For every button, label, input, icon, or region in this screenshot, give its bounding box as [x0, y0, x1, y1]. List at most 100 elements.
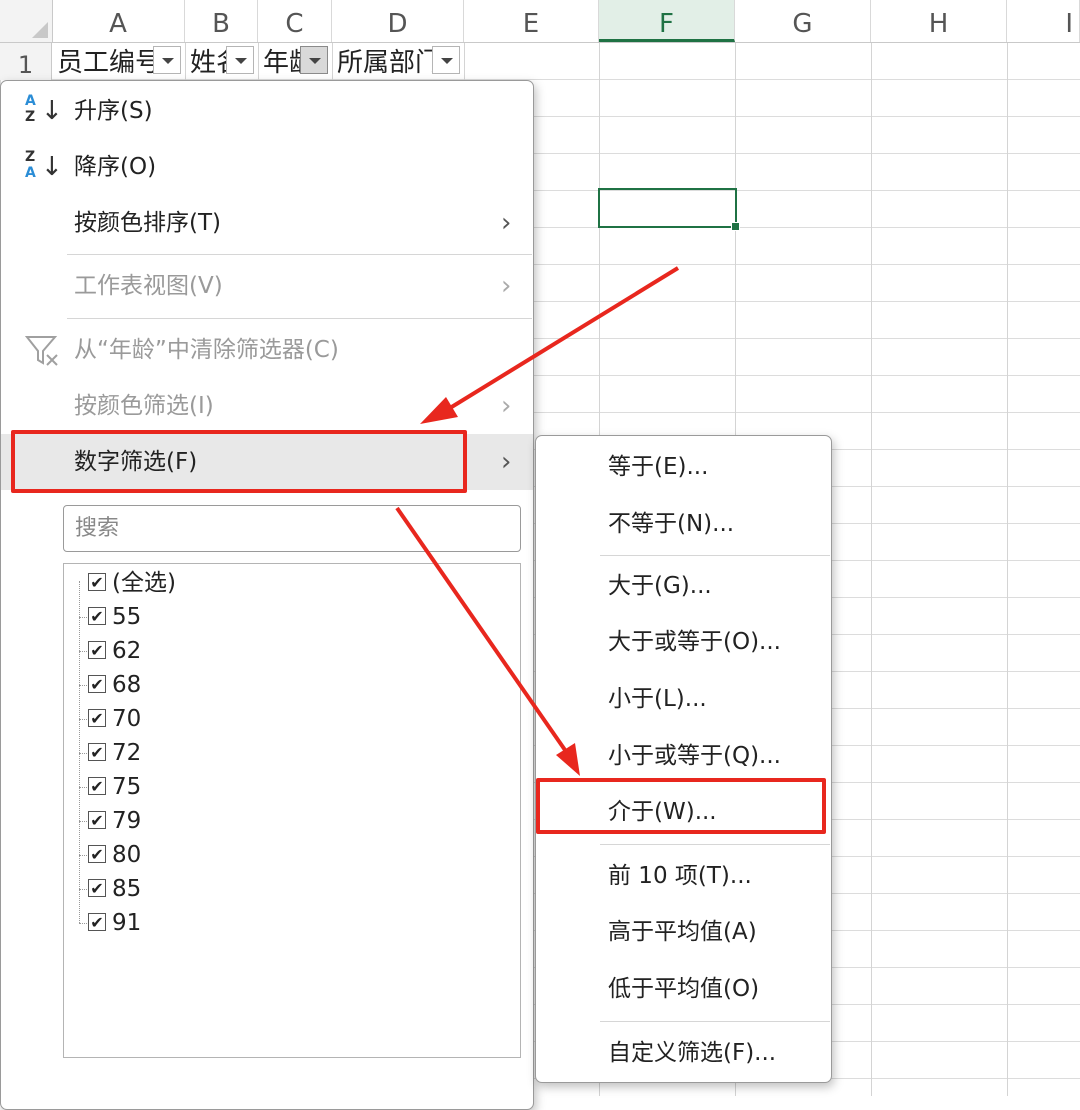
sort-ascending-icon: A Z ↓	[25, 93, 63, 126]
list-item-label: 85	[112, 876, 142, 902]
cell-a1[interactable]: 员工编号	[53, 43, 184, 80]
column-header-d[interactable]: D	[332, 0, 464, 42]
column-header-h[interactable]: H	[871, 0, 1007, 42]
checkbox-checked[interactable]: ✔	[88, 641, 106, 659]
cell-text: 所属部门	[337, 48, 442, 78]
cell-d1[interactable]: 所属部门	[333, 43, 463, 80]
menu-separator	[600, 555, 830, 556]
menu-label: 自定义筛选(F)...	[608, 1040, 777, 1066]
select-all-corner[interactable]	[0, 0, 53, 42]
tree-branch	[79, 685, 87, 687]
list-item-label: 55	[112, 604, 142, 630]
menu-label: 低于平均值(O)	[608, 976, 760, 1002]
column-header-e[interactable]: E	[464, 0, 599, 42]
cell-c1[interactable]: 年龄	[259, 43, 331, 80]
column-header-a[interactable]: A	[52, 0, 185, 42]
autofilter-menu: A Z ↓ 升序(S) Z A ↓ 降序(O) 按颜色排序(T) › 工作表视图…	[0, 80, 534, 1110]
menu-separator	[67, 254, 532, 255]
list-item-label: 75	[112, 774, 142, 800]
tree-branch	[79, 719, 87, 721]
tree-branch	[79, 617, 87, 619]
tree-branch	[79, 753, 87, 755]
submenu-greater-than[interactable]: 大于(G)...	[536, 558, 831, 614]
menu-label: 小于(L)...	[608, 686, 707, 712]
submenu-greater-or-equal[interactable]: 大于或等于(O)...	[536, 614, 831, 670]
checkbox-checked[interactable]: ✔	[88, 743, 106, 761]
number-filters-submenu: 等于(E)... 不等于(N)... 大于(G)... 大于或等于(O)... …	[535, 435, 832, 1083]
cell-b1[interactable]: 姓名	[186, 43, 257, 80]
list-item-label: 62	[112, 638, 142, 664]
tree-branch	[79, 889, 87, 891]
menu-label: 按颜色筛选(I)	[74, 393, 214, 419]
checkbox-checked[interactable]: ✔	[88, 675, 106, 693]
filter-search-input[interactable]: 搜索	[63, 505, 521, 552]
submenu-custom-filter[interactable]: 自定义筛选(F)...	[536, 1025, 831, 1081]
menu-filter-by-color[interactable]: 按颜色筛选(I) ›	[1, 378, 533, 434]
menu-label: 等于(E)...	[608, 454, 709, 480]
sort-descending-icon: Z A ↓	[25, 149, 63, 182]
column-header-f[interactable]: F	[599, 0, 735, 42]
row-header-1[interactable]: 1	[0, 43, 52, 80]
menu-label: 工作表视图(V)	[74, 273, 223, 299]
checkbox-checked[interactable]: ✔	[88, 777, 106, 795]
menu-label: 不等于(N)...	[608, 511, 735, 537]
list-item-label: 80	[112, 842, 142, 868]
filter-value-list[interactable]: ✔ (全选) ✔ 55 ✔ 62 ✔ 68 ✔ 70 ✔ 72 ✔ 75 ✔ 7…	[63, 563, 521, 1058]
list-item-label: (全选)	[112, 570, 176, 596]
checkbox-checked[interactable]: ✔	[88, 573, 106, 591]
submenu-equals[interactable]: 等于(E)...	[536, 439, 831, 495]
chevron-right-icon: ›	[501, 208, 512, 238]
clear-filter-icon	[25, 336, 58, 366]
list-item-label: 91	[112, 910, 142, 936]
filter-dropdown-button[interactable]	[226, 46, 254, 74]
tree-branch	[79, 787, 87, 789]
filter-dropdown-button[interactable]	[432, 46, 460, 74]
menu-separator	[600, 1021, 830, 1022]
checkbox-checked[interactable]: ✔	[88, 879, 106, 897]
menu-label: 大于(G)...	[608, 573, 712, 599]
menu-label: 按颜色排序(T)	[74, 210, 221, 236]
checkbox-checked[interactable]: ✔	[88, 607, 106, 625]
submenu-below-average[interactable]: 低于平均值(O)	[536, 961, 831, 1017]
grid-line	[871, 0, 872, 1096]
menu-label: 前 10 项(T)...	[608, 863, 752, 889]
menu-label: 大于或等于(O)...	[608, 629, 781, 655]
tree-branch	[79, 651, 87, 653]
menu-sheet-view[interactable]: 工作表视图(V) ›	[1, 258, 533, 314]
menu-label: 从“年龄”中清除筛选器(C)	[74, 337, 339, 363]
column-header-b[interactable]: B	[185, 0, 258, 42]
menu-label: 高于平均值(A)	[608, 919, 757, 945]
tree-branch	[79, 923, 87, 925]
submenu-less-than[interactable]: 小于(L)...	[536, 671, 831, 727]
submenu-not-equals[interactable]: 不等于(N)...	[536, 496, 831, 552]
menu-clear-filter[interactable]: 从“年龄”中清除筛选器(C)	[1, 322, 533, 378]
grid-line	[1007, 0, 1008, 1096]
filter-dropdown-button[interactable]	[153, 46, 181, 74]
checkbox-checked[interactable]: ✔	[88, 845, 106, 863]
chevron-right-icon: ›	[501, 391, 512, 421]
column-header-g[interactable]: G	[735, 0, 871, 42]
checkbox-checked[interactable]: ✔	[88, 709, 106, 727]
cell-text: 员工编号	[57, 48, 162, 78]
highlight-box-number-filters	[11, 430, 467, 493]
submenu-top-10[interactable]: 前 10 项(T)...	[536, 848, 831, 904]
submenu-above-average[interactable]: 高于平均值(A)	[536, 904, 831, 960]
checkbox-checked[interactable]: ✔	[88, 913, 106, 931]
column-header-c[interactable]: C	[258, 0, 332, 42]
menu-sort-by-color[interactable]: 按颜色排序(T) ›	[1, 195, 533, 251]
active-cell-selection[interactable]	[598, 188, 740, 231]
chevron-right-icon: ›	[501, 271, 512, 301]
tree-line	[79, 581, 81, 923]
filter-dropdown-button-active[interactable]	[300, 46, 328, 74]
tree-branch	[79, 821, 87, 823]
menu-sort-ascending[interactable]: A Z ↓ 升序(S)	[1, 83, 533, 139]
column-header-i[interactable]: I	[1007, 0, 1080, 42]
list-item-label: 68	[112, 672, 142, 698]
menu-separator	[67, 318, 532, 319]
checkbox-checked[interactable]: ✔	[88, 811, 106, 829]
list-item-label: 79	[112, 808, 142, 834]
menu-label: 降序(O)	[74, 154, 157, 180]
submenu-less-or-equal[interactable]: 小于或等于(Q)...	[536, 728, 831, 784]
menu-sort-descending[interactable]: Z A ↓ 降序(O)	[1, 139, 533, 195]
column-header-bar: A B C D E F G H I	[0, 0, 1080, 43]
